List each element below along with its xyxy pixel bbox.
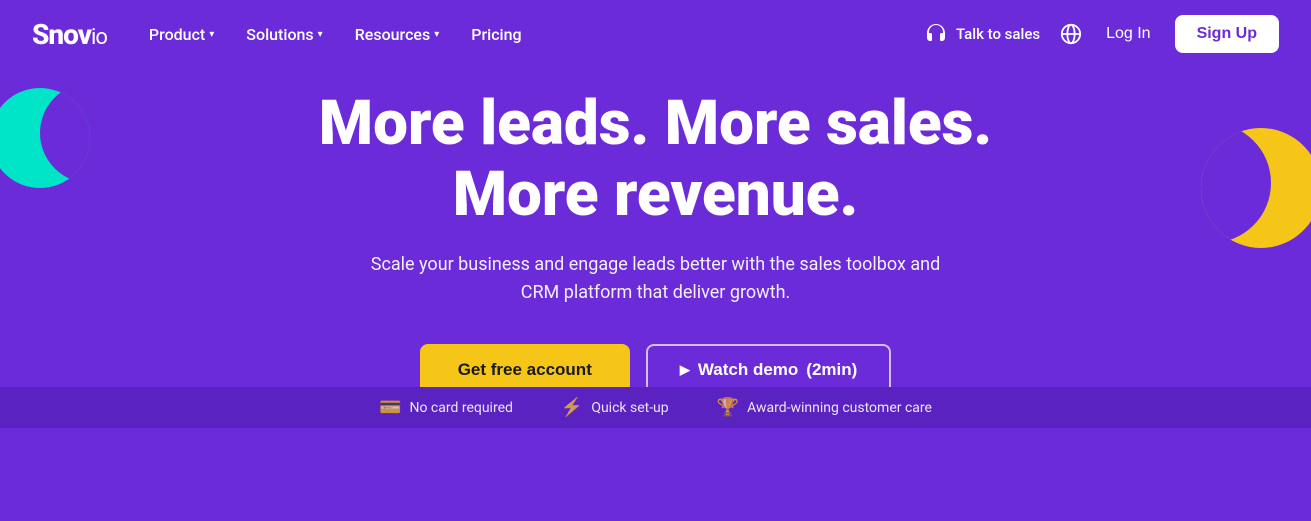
nav-product-label: Product — [149, 25, 205, 44]
navbar: Snovio Product ▾ Solutions ▾ Resources ▾… — [0, 0, 1311, 68]
talk-to-sales-button[interactable]: Talk to sales — [912, 14, 1052, 54]
hero-title-line2: More revenue. — [453, 158, 859, 231]
watch-demo-label: Watch demo — [698, 360, 798, 380]
trust-item-1: 💳 No card required — [379, 397, 513, 418]
hero-section: More leads. More sales. More revenue. Sc… — [0, 68, 1311, 428]
signup-button[interactable]: Sign Up — [1175, 15, 1279, 53]
chevron-down-icon: ▾ — [434, 29, 439, 40]
nav-solutions-label: Solutions — [246, 25, 313, 44]
trust-label-1: No card required — [409, 400, 512, 416]
decorative-shape-left — [0, 88, 90, 188]
nav-center: Product ▾ Solutions ▾ Resources ▾ Pricin… — [135, 17, 536, 52]
nav-resources-label: Resources — [355, 25, 431, 44]
hero-title: More leads. More sales. More revenue. — [319, 88, 992, 231]
trust-item-3: 🏆 Award-winning customer care — [717, 397, 932, 418]
nav-right: Talk to sales Log In Sign Up — [912, 14, 1279, 54]
chevron-down-icon: ▾ — [209, 29, 214, 40]
trust-label-3: Award-winning customer care — [747, 400, 932, 416]
login-button[interactable]: Log In — [1090, 17, 1166, 51]
nav-resources[interactable]: Resources ▾ — [341, 17, 454, 52]
logo[interactable]: Snovio — [32, 18, 107, 51]
nav-solutions[interactable]: Solutions ▾ — [232, 17, 336, 52]
trust-label-2: Quick set-up — [591, 400, 668, 416]
nav-pricing[interactable]: Pricing — [457, 17, 535, 52]
nav-left: Snovio Product ▾ Solutions ▾ Resources ▾… — [32, 17, 536, 52]
globe-icon[interactable] — [1060, 23, 1082, 45]
trust-item-2: ⚡ Quick set-up — [561, 397, 669, 418]
card-icon: 💳 — [379, 397, 401, 418]
hero-subtitle: Scale your business and engage leads bet… — [356, 251, 956, 309]
talk-to-sales-label: Talk to sales — [956, 25, 1040, 43]
logo-snov: Snov — [32, 18, 91, 51]
decorative-shape-right — [1201, 128, 1311, 248]
watch-demo-duration: (2min) — [806, 360, 857, 380]
chevron-down-icon: ▾ — [318, 29, 323, 40]
hero-title-line1: More leads. More sales. — [319, 87, 992, 160]
setup-icon: ⚡ — [561, 397, 583, 418]
logo-io: io — [91, 25, 107, 50]
headphone-icon — [924, 22, 948, 46]
award-icon: 🏆 — [717, 397, 739, 418]
play-icon: ▶ — [680, 362, 690, 378]
trust-bar: 💳 No card required ⚡ Quick set-up 🏆 Awar… — [0, 387, 1311, 428]
nav-product[interactable]: Product ▾ — [135, 17, 228, 52]
nav-pricing-label: Pricing — [471, 25, 521, 44]
